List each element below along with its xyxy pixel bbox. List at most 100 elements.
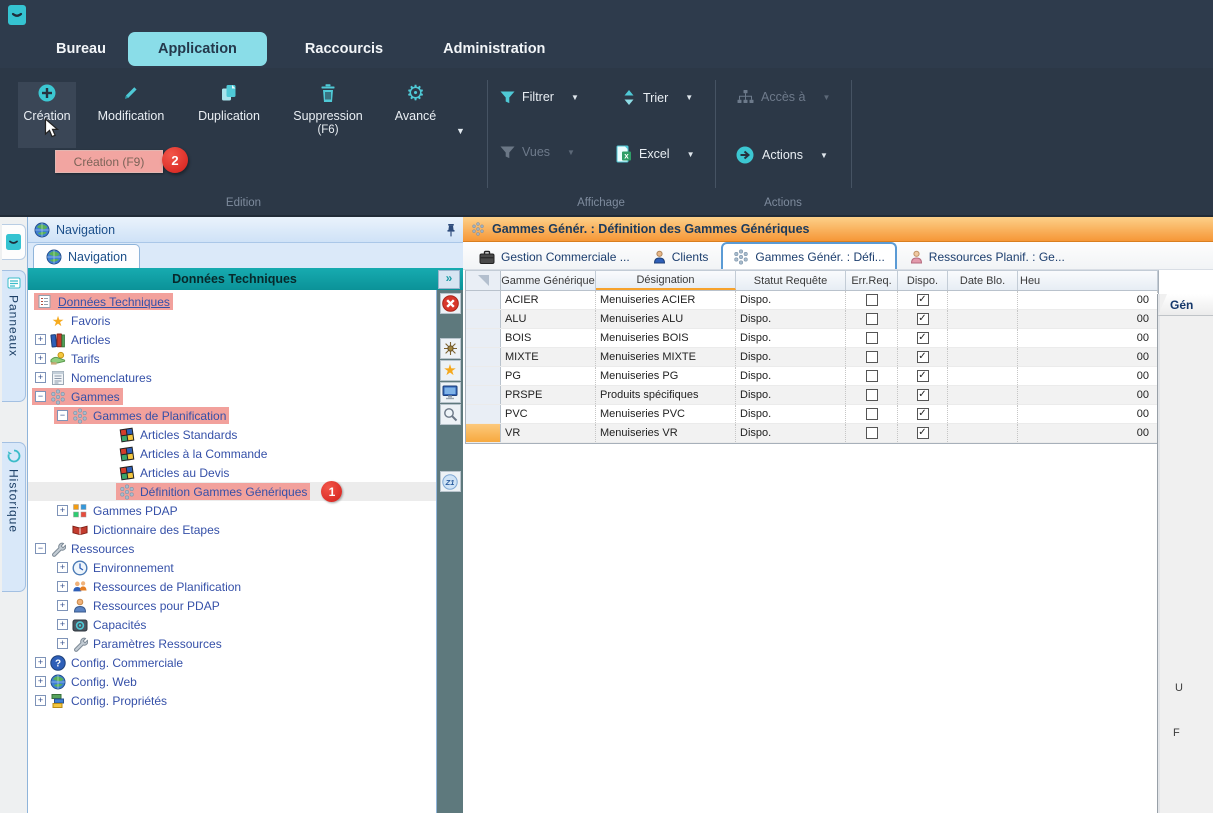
- tab-application[interactable]: Application: [128, 32, 267, 66]
- row-selector[interactable]: [466, 329, 501, 347]
- checkbox-checked[interactable]: ✓: [917, 408, 929, 420]
- row-selector[interactable]: [466, 367, 501, 385]
- search-button[interactable]: [440, 404, 461, 425]
- app-logo-icon[interactable]: [8, 5, 26, 25]
- checkbox-checked[interactable]: ✓: [917, 294, 929, 306]
- tree-item-tarifs[interactable]: +Tarifs: [28, 349, 436, 368]
- table-row-acier[interactable]: ACIERMenuiseries ACIERDispo.✓00: [466, 291, 1158, 310]
- row-selector[interactable]: [466, 386, 501, 404]
- vues-button[interactable]: Vues ▼: [500, 145, 575, 159]
- document-tab-1[interactable]: Gestion Commerciale ...: [469, 245, 640, 269]
- tree-item-articles-standards[interactable]: Articles Standards: [28, 425, 436, 444]
- pin-icon[interactable]: [445, 223, 457, 237]
- expand-toggle[interactable]: +: [35, 334, 46, 345]
- document-tab-2[interactable]: Clients: [643, 245, 719, 269]
- avance-dropdown-caret[interactable]: ▼: [456, 126, 465, 136]
- table-row-vr[interactable]: VRMenuiseries VRDispo.✓00: [466, 424, 1158, 443]
- checkbox-unchecked[interactable]: [866, 332, 878, 344]
- trier-caret[interactable]: ▼: [685, 93, 693, 102]
- collapse-toggle[interactable]: −: [35, 391, 46, 402]
- table-row-pg[interactable]: PGMenuiseries PGDispo.✓00: [466, 367, 1158, 386]
- column-header-date-blo-[interactable]: Date Blo.: [948, 271, 1018, 290]
- excel-caret[interactable]: ▼: [687, 150, 695, 159]
- collapse-panel-button[interactable]: »: [438, 270, 460, 289]
- row-selector[interactable]: [466, 348, 501, 366]
- expand-toggle[interactable]: +: [57, 581, 68, 592]
- tree-item-nomenclatures[interactable]: +Nomenclatures: [28, 368, 436, 387]
- duplication-button[interactable]: Duplication: [182, 82, 276, 148]
- column-header-heu[interactable]: Heu: [1018, 271, 1158, 290]
- checkbox-checked[interactable]: ✓: [917, 427, 929, 439]
- tree-item-environnement[interactable]: +Environnement: [28, 558, 436, 577]
- row-selector[interactable]: [466, 310, 501, 328]
- tree-item-gammes-de-planification[interactable]: −Gammes de Planification: [28, 406, 436, 425]
- tree-item-config-commerciale[interactable]: +?Config. Commerciale: [28, 653, 436, 672]
- table-row-mixte[interactable]: MIXTEMenuiseries MIXTEDispo.✓00: [466, 348, 1158, 367]
- collapsed-logo-tab[interactable]: [2, 224, 26, 260]
- table-row-pvc[interactable]: PVCMenuiseries PVCDispo.✓00: [466, 405, 1158, 424]
- settings-star-button[interactable]: [440, 338, 461, 359]
- checkbox-checked[interactable]: ✓: [917, 351, 929, 363]
- checkbox-checked[interactable]: ✓: [917, 313, 929, 325]
- select-all-corner[interactable]: [466, 271, 501, 290]
- checkbox-unchecked[interactable]: [866, 294, 878, 306]
- table-row-bois[interactable]: BOISMenuiseries BOISDispo.✓00: [466, 329, 1158, 348]
- tree-item-ressources-de-planification[interactable]: +Ressources de Planification: [28, 577, 436, 596]
- column-header-gamme-g-n-rique[interactable]: Gamme Générique: [501, 271, 596, 290]
- checkbox-unchecked[interactable]: [866, 427, 878, 439]
- checkbox-checked[interactable]: ✓: [917, 389, 929, 401]
- excel-button[interactable]: x Excel ▼: [616, 145, 695, 163]
- expand-toggle[interactable]: +: [57, 619, 68, 630]
- filtrer-button[interactable]: Filtrer ▼: [500, 90, 579, 104]
- tab-raccourcis[interactable]: Raccourcis: [283, 41, 405, 57]
- favorites-button[interactable]: ★: [440, 360, 461, 381]
- tab-bureau[interactable]: Bureau: [34, 41, 128, 57]
- row-selector[interactable]: [466, 291, 501, 309]
- tree-item-ressources[interactable]: −Ressources: [28, 539, 436, 558]
- row-selector-selected[interactable]: [466, 424, 501, 442]
- filtrer-caret[interactable]: ▼: [571, 93, 579, 102]
- expand-toggle[interactable]: +: [35, 676, 46, 687]
- expand-toggle[interactable]: +: [57, 638, 68, 649]
- modification-button[interactable]: Modification: [84, 82, 178, 148]
- expand-toggle[interactable]: +: [35, 695, 46, 706]
- table-row-prspe[interactable]: PRSPEProduits spécifiquesDispo.✓00: [466, 386, 1158, 405]
- zone-z1-button[interactable]: Z1: [440, 471, 461, 492]
- expand-toggle[interactable]: +: [57, 600, 68, 611]
- close-view-button[interactable]: [440, 293, 461, 314]
- actions-caret[interactable]: ▼: [820, 151, 828, 160]
- tree-item-donn-es-techniques[interactable]: Données Techniques: [28, 292, 436, 311]
- tree-item-articles[interactable]: +Articles: [28, 330, 436, 349]
- navigation-tab[interactable]: Navigation: [33, 244, 140, 268]
- sidebar-tab-panneaux[interactable]: Panneaux: [2, 270, 26, 402]
- document-tab-4[interactable]: Ressources Planif. : Ge...: [900, 245, 1075, 269]
- checkbox-unchecked[interactable]: [866, 389, 878, 401]
- tree-item-config-propri-t-s[interactable]: +Config. Propriétés: [28, 691, 436, 710]
- expand-toggle[interactable]: +: [35, 353, 46, 364]
- column-header-d-signation[interactable]: Désignation: [596, 271, 736, 290]
- collapse-toggle[interactable]: −: [35, 543, 46, 554]
- expand-toggle[interactable]: +: [57, 505, 68, 516]
- table-row-alu[interactable]: ALUMenuiseries ALUDispo.✓00: [466, 310, 1158, 329]
- document-tab-3[interactable]: Gammes Génér. : Défi...: [721, 242, 896, 269]
- suppression-button[interactable]: Suppression (F6): [280, 82, 376, 148]
- tab-administration[interactable]: Administration: [421, 41, 567, 57]
- tree-item-gammes[interactable]: −Gammes: [28, 387, 436, 406]
- sidebar-tab-historique[interactable]: Historique: [2, 442, 26, 592]
- actions-button[interactable]: Actions ▼: [735, 145, 828, 165]
- checkbox-unchecked[interactable]: [866, 351, 878, 363]
- avance-button[interactable]: ⚙ Avancé: [378, 82, 453, 148]
- tree-item-articles-la-commande[interactable]: Articles à la Commande: [28, 444, 436, 463]
- column-header-dispo-[interactable]: Dispo.: [898, 271, 948, 290]
- column-header-err-req-[interactable]: Err.Req.: [846, 271, 898, 290]
- tree-item-d-finition-gammes-g-n-riques[interactable]: Définition Gammes Génériques1: [28, 482, 436, 501]
- trier-button[interactable]: Trier ▼: [622, 90, 693, 105]
- expand-toggle[interactable]: +: [35, 657, 46, 668]
- tree-item-param-tres-ressources[interactable]: +Paramètres Ressources: [28, 634, 436, 653]
- expand-toggle[interactable]: +: [35, 372, 46, 383]
- checkbox-unchecked[interactable]: [866, 408, 878, 420]
- tree-item-gammes-pdap[interactable]: +Gammes PDAP: [28, 501, 436, 520]
- detail-panel-tab[interactable]: Gén: [1158, 294, 1213, 316]
- tree-item-articles-au-devis[interactable]: Articles au Devis: [28, 463, 436, 482]
- row-selector[interactable]: [466, 405, 501, 423]
